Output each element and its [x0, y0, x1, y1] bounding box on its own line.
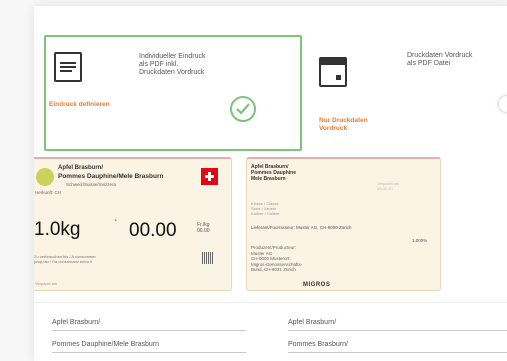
barcode-icon: [202, 252, 214, 264]
print-data-only-link[interactable]: Nur Druckdaten Vordruck: [319, 117, 368, 133]
print-options-card: Individueller Eindruck als PDF inkl. Dru…: [34, 6, 507, 361]
divider: [34, 302, 507, 303]
document-lines-icon: [54, 52, 82, 82]
label-back-header: Apfel Brasburn/ Pommes Dauphine Mele Bra…: [251, 164, 297, 182]
option-print-data-only[interactable]: Druckdaten Vordruck als PDF Datei Nur Dr…: [306, 35, 507, 151]
label-footer: Verpackt am: [35, 281, 58, 286]
option-description: Druckdaten Vordruck als PDF Datei: [407, 52, 473, 67]
label-back-percent: 1.000%: [412, 238, 428, 243]
label-tick: `: [114, 219, 118, 230]
option-individual-print[interactable]: Individueller Eindruck als PDF inkl. Dru…: [44, 35, 302, 151]
document-window-icon: [319, 57, 347, 87]
label-price: 00.00: [129, 220, 177, 241]
label-unit-price: Fr./kg 00.00: [197, 222, 210, 234]
label-product-name: Pommes Dauphine/Mele Brasburn: [58, 173, 164, 180]
label-back-producer: Produzent/Producteur: Muster AG CH-0000 …: [251, 245, 303, 272]
label-back-gray-note: Verpackt am 00.00.00: [377, 181, 400, 191]
swiss-flag-icon: [201, 168, 218, 185]
badge-icon: [36, 168, 54, 186]
label-back-address: Lieferant/Fournisseur: Muster AG, CH-800…: [251, 225, 352, 230]
label-back-details: Klasse / Classe Sorte / Variete Kaliber …: [251, 201, 280, 216]
label-title: Apfel Brasburn/: [58, 165, 104, 171]
label-preview-back: Apfel Brasburn/ Pommes Dauphine Mele Bra…: [246, 157, 441, 291]
label-origin: Herkunft: CH: [35, 190, 62, 195]
product-variety-field-de[interactable]: Pommes Dauphine/Mele Brasburn: [52, 339, 246, 353]
label-subtitle: Schweiz/Suisse/Svizzera: [66, 182, 117, 187]
migros-logo: MIGROS: [303, 282, 331, 288]
label-fine-print: Zu verbrauchen bis / A consommer jusqu'a…: [34, 254, 96, 264]
checkmark-icon: [230, 96, 256, 122]
label-preview-front: Apfel Brasburn/ Pommes Dauphine/Mele Bra…: [34, 157, 232, 291]
option-description: Individueller Eindruck als PDF inkl. Dru…: [139, 53, 206, 76]
label-weight: 1.0kg: [34, 219, 81, 240]
product-variety-field-fr[interactable]: Pommes Brasburn/: [288, 339, 507, 353]
product-name-field-fr[interactable]: Apfel Brasburn/: [288, 317, 507, 331]
product-name-field-de[interactable]: Apfel Brasburn/: [52, 317, 246, 331]
define-print-link[interactable]: Eindruck definieren: [49, 101, 110, 109]
